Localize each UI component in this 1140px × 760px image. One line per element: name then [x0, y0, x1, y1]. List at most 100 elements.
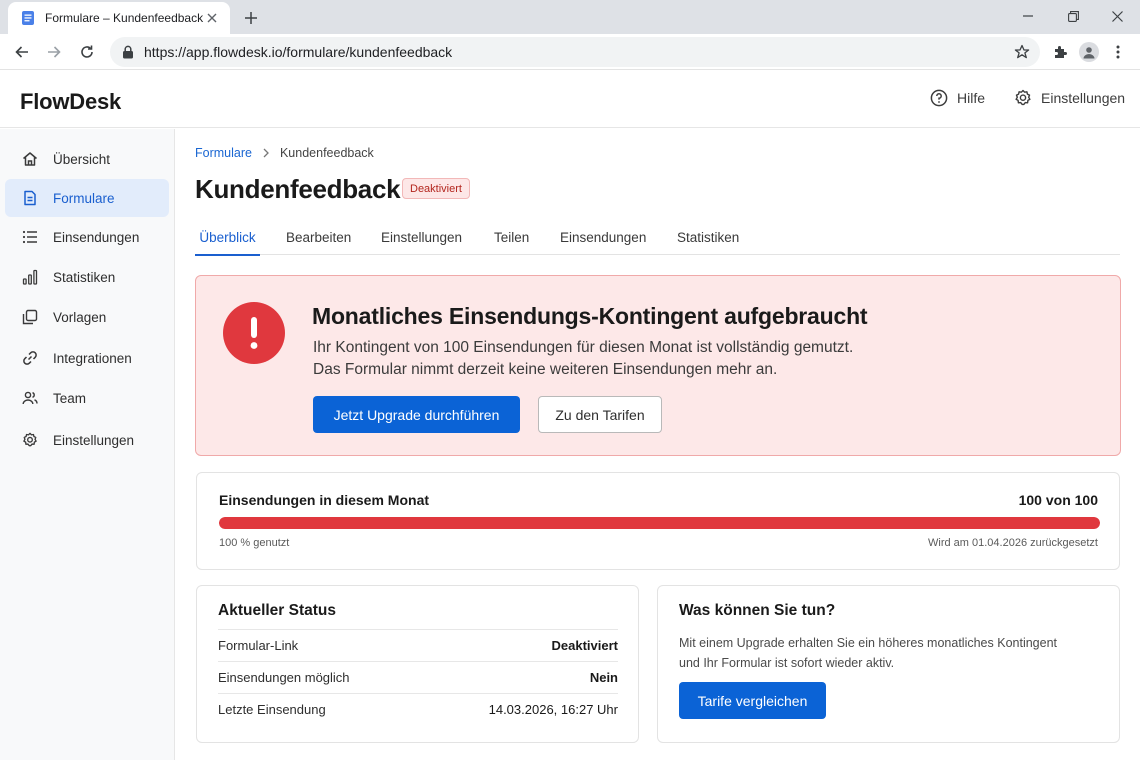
profile-button[interactable]	[1077, 40, 1101, 64]
tab-teilen[interactable]: Teilen	[494, 225, 529, 255]
alert-message: Ihr Kontingent von 100 Einsendungen für …	[313, 337, 853, 381]
sidebar: Übersicht Formulare Einsendungen Statist…	[0, 129, 175, 760]
upgrade-button[interactable]: Jetzt Upgrade durchführen	[313, 396, 520, 433]
plus-icon	[245, 12, 257, 24]
sidebar-item-formulare[interactable]: Formulare	[5, 179, 169, 217]
address-bar[interactable]: https://app.flowdesk.io/formulare/kunden…	[110, 37, 1040, 67]
chevron-right-icon	[263, 148, 269, 158]
usage-percent: 100 % genutzt	[219, 537, 290, 549]
sidebar-item-label: Einstellungen	[53, 432, 135, 448]
status-card: Aktueller Status Formular-Link Deaktivie…	[196, 585, 639, 743]
close-icon[interactable]	[204, 10, 220, 26]
alert-exclamation-icon	[223, 302, 285, 364]
sidebar-item-label: Einsendungen	[53, 229, 140, 245]
actions-card: Was können Sie tun? Mit einem Upgrade er…	[657, 585, 1120, 743]
sidebar-item-einstellungen[interactable]: Einstellungen	[5, 421, 169, 459]
sidebar-item-uebersicht[interactable]: Übersicht	[5, 140, 169, 178]
status-row-value: 14.03.2026, 16:27 Uhr	[488, 702, 618, 717]
person-icon	[1083, 47, 1095, 59]
usage-card: Einsendungen in diesem Monat 100 von 100…	[196, 472, 1120, 570]
browser-tab[interactable]: Formulare – Kundenfeedback	[8, 2, 230, 34]
usage-count: 100 von 100	[1018, 492, 1098, 508]
sidebar-item-label: Vorlagen	[53, 309, 107, 325]
page-tabs: Überblick Bearbeiten Einstellungen Teile…	[195, 225, 1120, 256]
users-icon	[22, 390, 38, 406]
restore-button[interactable]	[1061, 5, 1085, 27]
sidebar-item-team[interactable]: Team	[5, 379, 169, 417]
tab-title: Formulare – Kundenfeedback	[45, 11, 204, 25]
sidebar-item-statistiken[interactable]: Statistiken	[5, 258, 169, 296]
status-row-label: Einsendungen möglich	[218, 670, 350, 685]
templates-icon	[22, 309, 38, 325]
lock-icon	[120, 44, 136, 60]
new-tab-button[interactable]	[240, 7, 262, 29]
document-icon	[22, 190, 38, 206]
sidebar-item-integrationen[interactable]: Integrationen	[5, 339, 169, 377]
page-title: Kundenfeedback	[195, 174, 401, 204]
forward-button[interactable]	[42, 40, 66, 64]
browser-toolbar: https://app.flowdesk.io/formulare/kunden…	[0, 34, 1140, 70]
alert-message-line: Ihr Kontingent von 100 Einsendungen für …	[313, 339, 854, 356]
reload-icon	[81, 45, 93, 58]
document-icon	[20, 10, 36, 26]
close-icon	[1111, 10, 1123, 22]
status-row-value: Nein	[589, 670, 618, 685]
usage-progress-fill	[219, 517, 1100, 529]
tab-ueberblick[interactable]: Überblick	[195, 225, 260, 256]
compare-plans-button[interactable]: Tarife vergleichen	[679, 682, 826, 719]
sidebar-item-einsendungen[interactable]: Einsendungen	[5, 218, 169, 256]
bar-chart-icon	[22, 269, 38, 285]
status-badge: Deaktiviert	[402, 178, 470, 199]
home-icon	[22, 151, 38, 167]
actions-card-title: Was können Sie tun?	[679, 602, 836, 619]
sidebar-item-label: Integrationen	[53, 350, 132, 366]
reload-button[interactable]	[75, 40, 99, 64]
breadcrumb-link-formulare[interactable]: Formulare	[195, 146, 252, 160]
actions-card-text: Mit einem Upgrade erhalten Sie ein höher…	[679, 636, 1058, 670]
quota-alert: Monatliches Einsendungs-Kontingent aufge…	[195, 275, 1121, 456]
status-row-label: Letzte Einsendung	[218, 702, 326, 717]
main-content: Formulare Kundenfeedback Kundenfeedback …	[175, 129, 1140, 760]
status-card-title: Aktueller Status	[218, 602, 337, 619]
help-link[interactable]: Hilfe	[930, 89, 985, 107]
usage-title: Einsendungen in diesem Monat	[219, 492, 430, 508]
sidebar-item-label: Übersicht	[53, 151, 111, 167]
breadcrumb: Formulare Kundenfeedback	[195, 146, 374, 160]
app-logo[interactable]: FlowDesk	[20, 89, 121, 115]
back-button[interactable]	[10, 40, 34, 64]
usage-progress-bar	[219, 517, 1100, 529]
sidebar-item-label: Formulare	[53, 190, 115, 206]
status-row-formular-link: Formular-Link Deaktiviert	[218, 629, 618, 661]
arrow-left-icon	[15, 46, 28, 58]
tab-einstellungen[interactable]: Einstellungen	[381, 225, 462, 255]
sidebar-item-vorlagen[interactable]: Vorlagen	[5, 298, 169, 336]
browser-tabstrip: Formulare – Kundenfeedback	[0, 0, 1140, 34]
settings-link[interactable]: Einstellungen	[1014, 89, 1125, 107]
tab-einsendungen[interactable]: Einsendungen	[560, 225, 646, 255]
restore-icon	[1067, 10, 1079, 22]
arrow-right-icon	[48, 46, 61, 58]
window-close-button[interactable]	[1105, 5, 1129, 27]
extensions-button[interactable]	[1048, 40, 1072, 64]
tab-statistiken[interactable]: Statistiken	[677, 225, 739, 255]
gear-icon	[1015, 89, 1031, 106]
help-icon	[930, 89, 948, 107]
alert-title: Monatliches Einsendungs-Kontingent aufge…	[312, 303, 868, 329]
avatar	[1079, 42, 1099, 62]
usage-reset-date: Wird am 01.04.2026 zurückgesetzt	[928, 537, 1098, 549]
app-header: FlowDesk Hilfe Einstellungen	[0, 71, 1140, 128]
tab-bearbeiten[interactable]: Bearbeiten	[286, 225, 351, 255]
minimize-button[interactable]	[1016, 5, 1040, 27]
pricing-button[interactable]: Zu den Tarifen	[538, 396, 662, 433]
kebab-menu-icon	[1116, 45, 1120, 59]
status-row-letzte-einsendung: Letzte Einsendung 14.03.2026, 16:27 Uhr	[218, 693, 618, 725]
alert-message-line: Das Formular nimmt derzeit keine weitere…	[313, 361, 778, 378]
settings-label: Einstellungen	[1041, 90, 1126, 106]
list-icon	[22, 229, 38, 245]
gear-icon	[22, 432, 38, 448]
sidebar-item-label: Team	[53, 390, 87, 406]
puzzle-icon	[1055, 46, 1067, 58]
browser-menu-button[interactable]	[1106, 40, 1130, 64]
star-icon[interactable]	[1010, 40, 1034, 64]
breadcrumb-current: Kundenfeedback	[279, 146, 374, 160]
